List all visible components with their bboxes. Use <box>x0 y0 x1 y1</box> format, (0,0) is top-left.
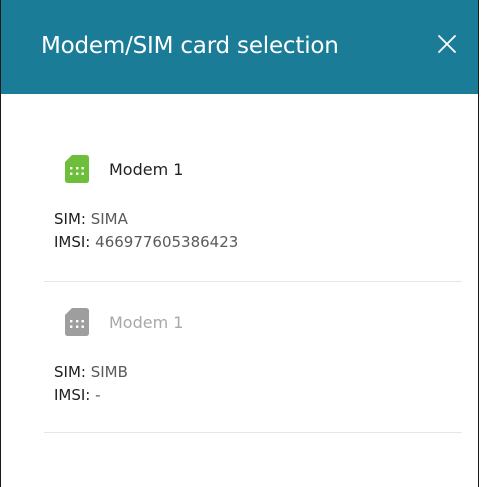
dialog-header: Modem/SIM card selection <box>1 0 478 94</box>
modem-option[interactable]: Modem 1 <box>65 307 183 337</box>
sim-entry[interactable]: Modem 1 SIM: SIMA IMSI: 466977605386423 <box>44 147 462 282</box>
sim-info: SIM: SIMA <box>54 208 128 230</box>
sim-value: SIMB <box>90 363 128 381</box>
modem-label: Modem 1 <box>109 159 184 179</box>
sim-entry[interactable]: Modem 1 SIM: SIMB IMSI: - <box>44 300 462 433</box>
imsi-value: - <box>95 386 101 404</box>
imsi-key: IMSI: <box>54 386 91 404</box>
modem-sim-dialog: Modem/SIM card selection Modem 1 SIM: SI… <box>0 0 479 487</box>
sim-card-icon <box>65 308 89 336</box>
imsi-info: IMSI: 466977605386423 <box>54 231 238 253</box>
sim-key: SIM: <box>54 210 86 228</box>
sim-info: SIM: SIMB <box>54 361 128 383</box>
sim-value: SIMA <box>90 210 128 228</box>
dialog-title: Modem/SIM card selection <box>41 33 339 59</box>
imsi-info: IMSI: - <box>54 384 101 406</box>
close-icon[interactable] <box>436 33 458 55</box>
modem-option[interactable]: Modem 1 <box>65 154 183 184</box>
sim-key: SIM: <box>54 363 86 381</box>
imsi-value: 466977605386423 <box>95 233 239 251</box>
imsi-key: IMSI: <box>54 233 91 251</box>
sim-card-icon <box>65 155 89 183</box>
modem-label: Modem 1 <box>109 312 184 332</box>
